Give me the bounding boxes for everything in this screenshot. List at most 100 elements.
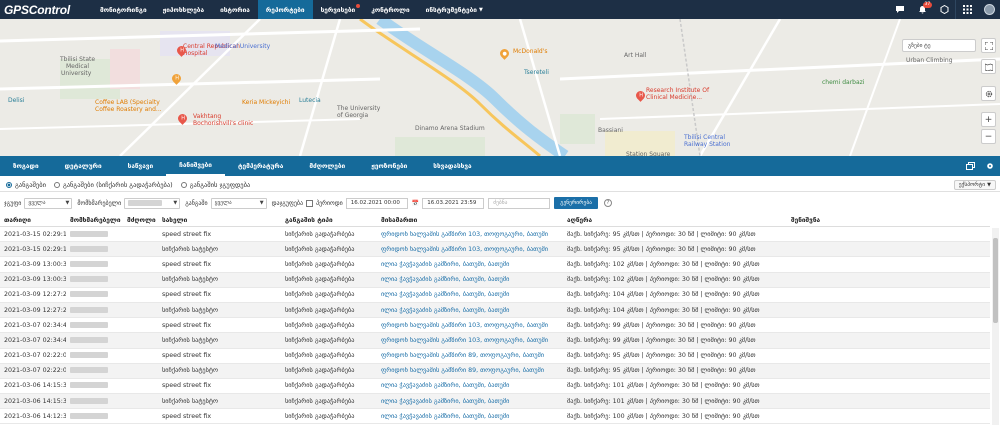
date-from-input[interactable]: 16.02.2021 00:00 <box>345 197 408 209</box>
tab-3[interactable]: ჩანიშვები <box>166 156 225 176</box>
table-row[interactable]: 2021-03-09 13:00:39 speed street fix სიჩქა… <box>0 257 990 273</box>
column-header-0[interactable]: თარიღი <box>0 216 66 224</box>
cell-address[interactable]: ფრიდონ ხალვაშის გამზირი 103, თოფოგაური, … <box>377 337 563 344</box>
bell-icon[interactable] <box>933 0 955 19</box>
column-header-4[interactable]: განგაშის ტიპი <box>281 216 377 224</box>
table-row[interactable]: 2021-03-06 14:15:37 სიჩქარის სატესტო სიჩქა… <box>0 394 990 410</box>
calendar-icon[interactable]: 📅 <box>412 200 419 207</box>
map-label[interactable]: Clinical Medicine... <box>646 94 702 101</box>
map-label[interactable]: Coffee LAB (Specialty <box>95 99 160 106</box>
column-header-5[interactable]: მისამართი <box>377 216 563 224</box>
map-label[interactable]: Tbilisi Central <box>684 134 725 141</box>
cell-address[interactable]: ილია ჭავჭავაძის გამზირი, ბათუმი, ბათუმი <box>377 261 563 268</box>
tab-2[interactable]: საწვავი <box>115 156 166 176</box>
map-label[interactable]: McDonald's <box>513 48 548 55</box>
alarm-select[interactable]: ყველა ▼ <box>210 197 267 209</box>
map-label[interactable]: Hospital <box>183 50 207 57</box>
column-header-3[interactable]: სახელი <box>158 216 281 224</box>
map-label[interactable]: Delisi <box>8 97 24 104</box>
map-label[interactable]: Medical <box>66 63 89 70</box>
help-icon[interactable]: ? <box>603 199 612 207</box>
nav-item-1[interactable]: ჟიპოხსლება <box>155 0 212 19</box>
nav-item-2[interactable]: ისტორია <box>212 0 258 19</box>
map-label[interactable]: Bassiani <box>598 127 623 134</box>
table-row[interactable]: 2021-03-07 02:34:44 speed street fix სიჩქა… <box>0 318 990 334</box>
radio-option-1[interactable]: განგაშები (სიჩქარის გადაჭარბება) <box>53 181 173 189</box>
map-label[interactable]: Keria Mickeyichi <box>242 99 290 106</box>
nav-item-0[interactable]: მონიტორინგი <box>92 0 155 19</box>
user-avatar[interactable] <box>978 0 1000 19</box>
map-layers-button[interactable] <box>981 59 996 74</box>
map-label[interactable]: Coffee Roastery and... <box>95 106 162 113</box>
map-label[interactable]: Dinamo Arena Stadium <box>415 125 485 132</box>
cell-address[interactable]: ფრიდონ ხალვაშის გამზირი 89, თოფოგაური, ბ… <box>377 367 563 374</box>
radio-button[interactable] <box>6 181 12 188</box>
cell-address[interactable]: ფრიდონ ხალვაშის გამზირი 103, თოფოგაური, … <box>377 246 563 253</box>
table-row[interactable]: 2021-03-06 14:12:37 speed street fix სიჩქა… <box>0 409 990 425</box>
zoom-out-button[interactable]: − <box>981 129 996 144</box>
radio-option-0[interactable]: განგაშები <box>6 181 46 189</box>
map-label[interactable]: Tbilisi State <box>60 56 95 63</box>
driver-select[interactable]: ▼ <box>124 197 181 209</box>
search-input[interactable]: ძებნა <box>488 197 551 209</box>
map-label[interactable]: Lutecia <box>299 97 321 104</box>
map-search-input[interactable]: გზები ტე <box>902 39 976 52</box>
tab-6[interactable]: ჟეოზონები <box>358 156 420 176</box>
cell-address[interactable]: ილია ჭავჭავაძის გამზირი, ბათუმი, ბათუმი <box>377 291 563 298</box>
table-row[interactable]: 2021-03-07 02:22:04 სიჩქარის სატესტო სიჩქა… <box>0 363 990 379</box>
radio-button[interactable] <box>180 181 187 188</box>
export-dropdown[interactable]: ექსპორტი ▼ <box>953 179 996 190</box>
radio-button[interactable] <box>53 181 60 188</box>
table-row[interactable]: 2021-03-07 02:34:44 სიჩქარის სატესტო სიჩქა… <box>0 333 990 349</box>
nav-item-3[interactable]: რეპორტები <box>257 0 313 19</box>
map-view[interactable]: Central Republican Hospital Tbilisi State M… <box>0 19 1000 156</box>
map-label[interactable]: Medical University <box>215 43 270 50</box>
tab-5[interactable]: მძღოლები <box>296 156 358 176</box>
map-label[interactable]: Tsereteli <box>524 69 549 76</box>
map-label[interactable]: Vakhtang <box>193 113 221 120</box>
column-header-7[interactable]: შენიშვნა <box>787 216 847 224</box>
cell-address[interactable]: ილია ჭავჭავაძის გამზირი, ბათუმი, ბათუმი <box>377 307 563 314</box>
map-label[interactable]: of Georgia <box>337 112 368 119</box>
generate-button[interactable]: გენერირება <box>554 197 598 209</box>
tab-1[interactable]: დეტალური <box>52 156 115 176</box>
grouping-checkbox[interactable] <box>306 199 314 207</box>
cell-address[interactable]: ილია ჭავჭავაძის გამზირი, ბათუმი, ბათუმი <box>377 276 563 283</box>
cell-address[interactable]: ფრიდონ ხალვაშის გამზირი 103, თოფოგაური, … <box>377 322 563 329</box>
scroll-thumb[interactable] <box>993 238 998 323</box>
table-row[interactable]: 2021-03-09 12:27:21 speed street fix სიჩქა… <box>0 288 990 303</box>
map-label[interactable]: Railway Station <box>684 141 730 148</box>
cell-address[interactable]: ფრიდონ ხალვაშის გამზირი 89, თოფოგაური, ბ… <box>377 352 563 359</box>
column-header-6[interactable]: აღწერა <box>563 216 787 224</box>
tab-4[interactable]: ტემპერატურა <box>225 156 296 176</box>
map-label[interactable]: The University <box>337 105 380 112</box>
nav-item-4[interactable]: სერვისები <box>313 0 364 19</box>
column-header-2[interactable]: მძღოლი <box>123 216 158 224</box>
tabs-settings-icon[interactable] <box>980 156 1000 176</box>
map-label[interactable]: chemi darbazi <box>822 79 864 86</box>
map-settings-button[interactable] <box>981 86 996 101</box>
table-row[interactable]: 2021-03-15 02:29:13 სიჩქარის სატესტო სიჩქა… <box>0 242 990 258</box>
table-row[interactable]: 2021-03-07 02:22:04 speed street fix სიჩქა… <box>0 349 990 364</box>
map-label[interactable]: Bochorishvili's clinic <box>193 120 253 127</box>
table-scrollbar[interactable] <box>992 228 999 425</box>
map-label[interactable]: Research Institute Of <box>646 87 709 94</box>
nav-item-5[interactable]: კონტროლი <box>363 0 417 19</box>
map-label[interactable]: Art Hall <box>624 52 646 59</box>
map-fullscreen-button[interactable] <box>981 38 996 53</box>
cell-address[interactable]: ფრიდონ ხალვაშის გამზირი 103, თოფოგაური, … <box>377 231 563 238</box>
cell-address[interactable]: ილია ჭავჭავაძის გამზირი, ბათუმი, ბათუმი <box>377 413 563 420</box>
brand-logo[interactable]: GPSControl <box>0 3 92 17</box>
map-label[interactable]: University <box>61 70 91 77</box>
nav-item-6[interactable]: ინსტრუმენტები ▼ <box>418 0 491 19</box>
date-to-input[interactable]: 16.03.2021 23:59 <box>422 197 485 209</box>
apps-grid-icon[interactable] <box>956 0 978 19</box>
restore-window-icon[interactable] <box>960 156 980 176</box>
radio-option-2[interactable]: განგაშის ჯგუფდება <box>180 181 250 189</box>
table-row[interactable]: 2021-03-15 02:29:13 speed street fix სიჩქა… <box>0 227 990 243</box>
tab-7[interactable]: სხვადასხვა <box>420 156 484 176</box>
group-select[interactable]: ყველა ▼ <box>24 197 73 209</box>
chat-icon[interactable] <box>889 0 911 19</box>
tab-0[interactable]: ზოგადი <box>0 156 52 176</box>
column-header-1[interactable]: მომხმარებელი <box>66 216 123 224</box>
